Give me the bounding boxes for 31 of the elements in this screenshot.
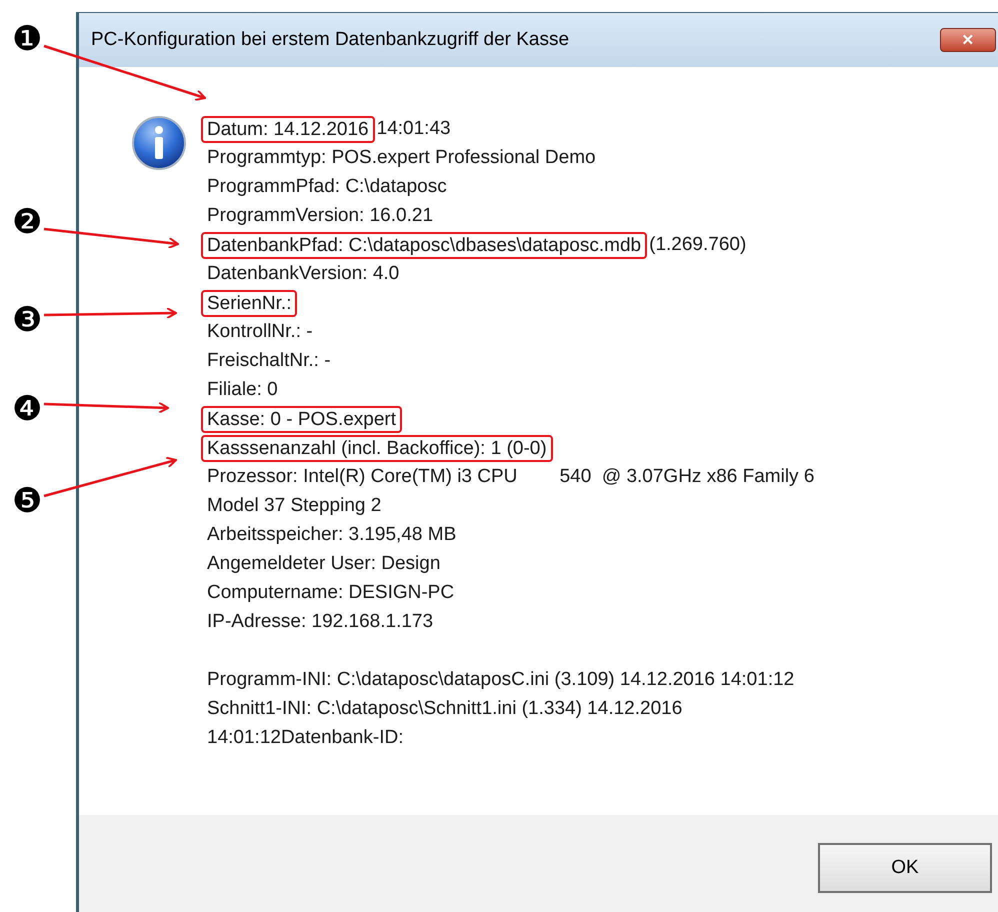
info-text: 14:01:43 — [376, 117, 451, 142]
info-text: Model 37 Stepping 2 — [207, 494, 382, 518]
callout-number: ❹ — [12, 392, 42, 426]
info-text: DatenbankVersion: 4.0 — [207, 262, 400, 286]
window-title: PC-Konfiguration bei erstem Datenbankzugriff der Kasse — [91, 28, 570, 52]
info-text: Prozessor: Intel(R) Core(TM) i3 CPU 540 @ 3.07GHz x86 Family 6 — [207, 465, 814, 490]
info-text: FreischaltNr.: - — [207, 349, 331, 374]
highlighted-text: Kasssenanzahl (incl. Backoffice): 1 (0-0) — [201, 435, 553, 462]
info-text: Schnitt1-INI: C:\dataposc\Schnitt1.ini (1.334) 14.12.2016 — [207, 697, 682, 722]
info-text: IP-Adresse: 192.168.1.173 — [207, 610, 434, 634]
highlighted-text: Kasse: 0 - POS.expert — [201, 406, 402, 433]
highlighted-text: SerienNr.: — [201, 290, 298, 317]
highlighted-text: Datum: 14.12.2016 — [201, 116, 375, 143]
info-text: Filiale: 0 — [207, 378, 278, 402]
ok-button[interactable]: OK — [818, 843, 992, 893]
info-text: Computername: DESIGN-PC — [207, 581, 454, 606]
callout-number: ❷ — [12, 205, 42, 239]
info-text: KontrollNr.: - — [207, 320, 313, 344]
info-text: Angemeldeter User: Design — [207, 552, 440, 576]
info-text: Programmtyp: POS.expert Professional Demo — [207, 146, 596, 170]
info-text: ProgrammPfad: C:\dataposc — [207, 175, 447, 200]
callout-number: ❶ — [12, 22, 42, 56]
info-icon — [131, 115, 187, 171]
info-text: Programm-INI: C:\dataposc\dataposC.ini (3.109) 14.12.2016 14:01:12 — [207, 668, 794, 692]
info-text: Arbeitsspeicher: 3.195,48 MB — [207, 523, 456, 548]
info-text: (1.269.760) — [649, 233, 746, 258]
callout-number: ❸ — [12, 303, 42, 337]
callout-number: ❺ — [12, 484, 42, 518]
highlighted-text: DatenbankPfad: C:\dataposc\dbases\dataposc.mdb — [201, 232, 648, 259]
info-text: 14:01:12Datenbank-ID: — [207, 726, 404, 750]
info-text: ProgrammVersion: 16.0.21 — [207, 204, 434, 228]
